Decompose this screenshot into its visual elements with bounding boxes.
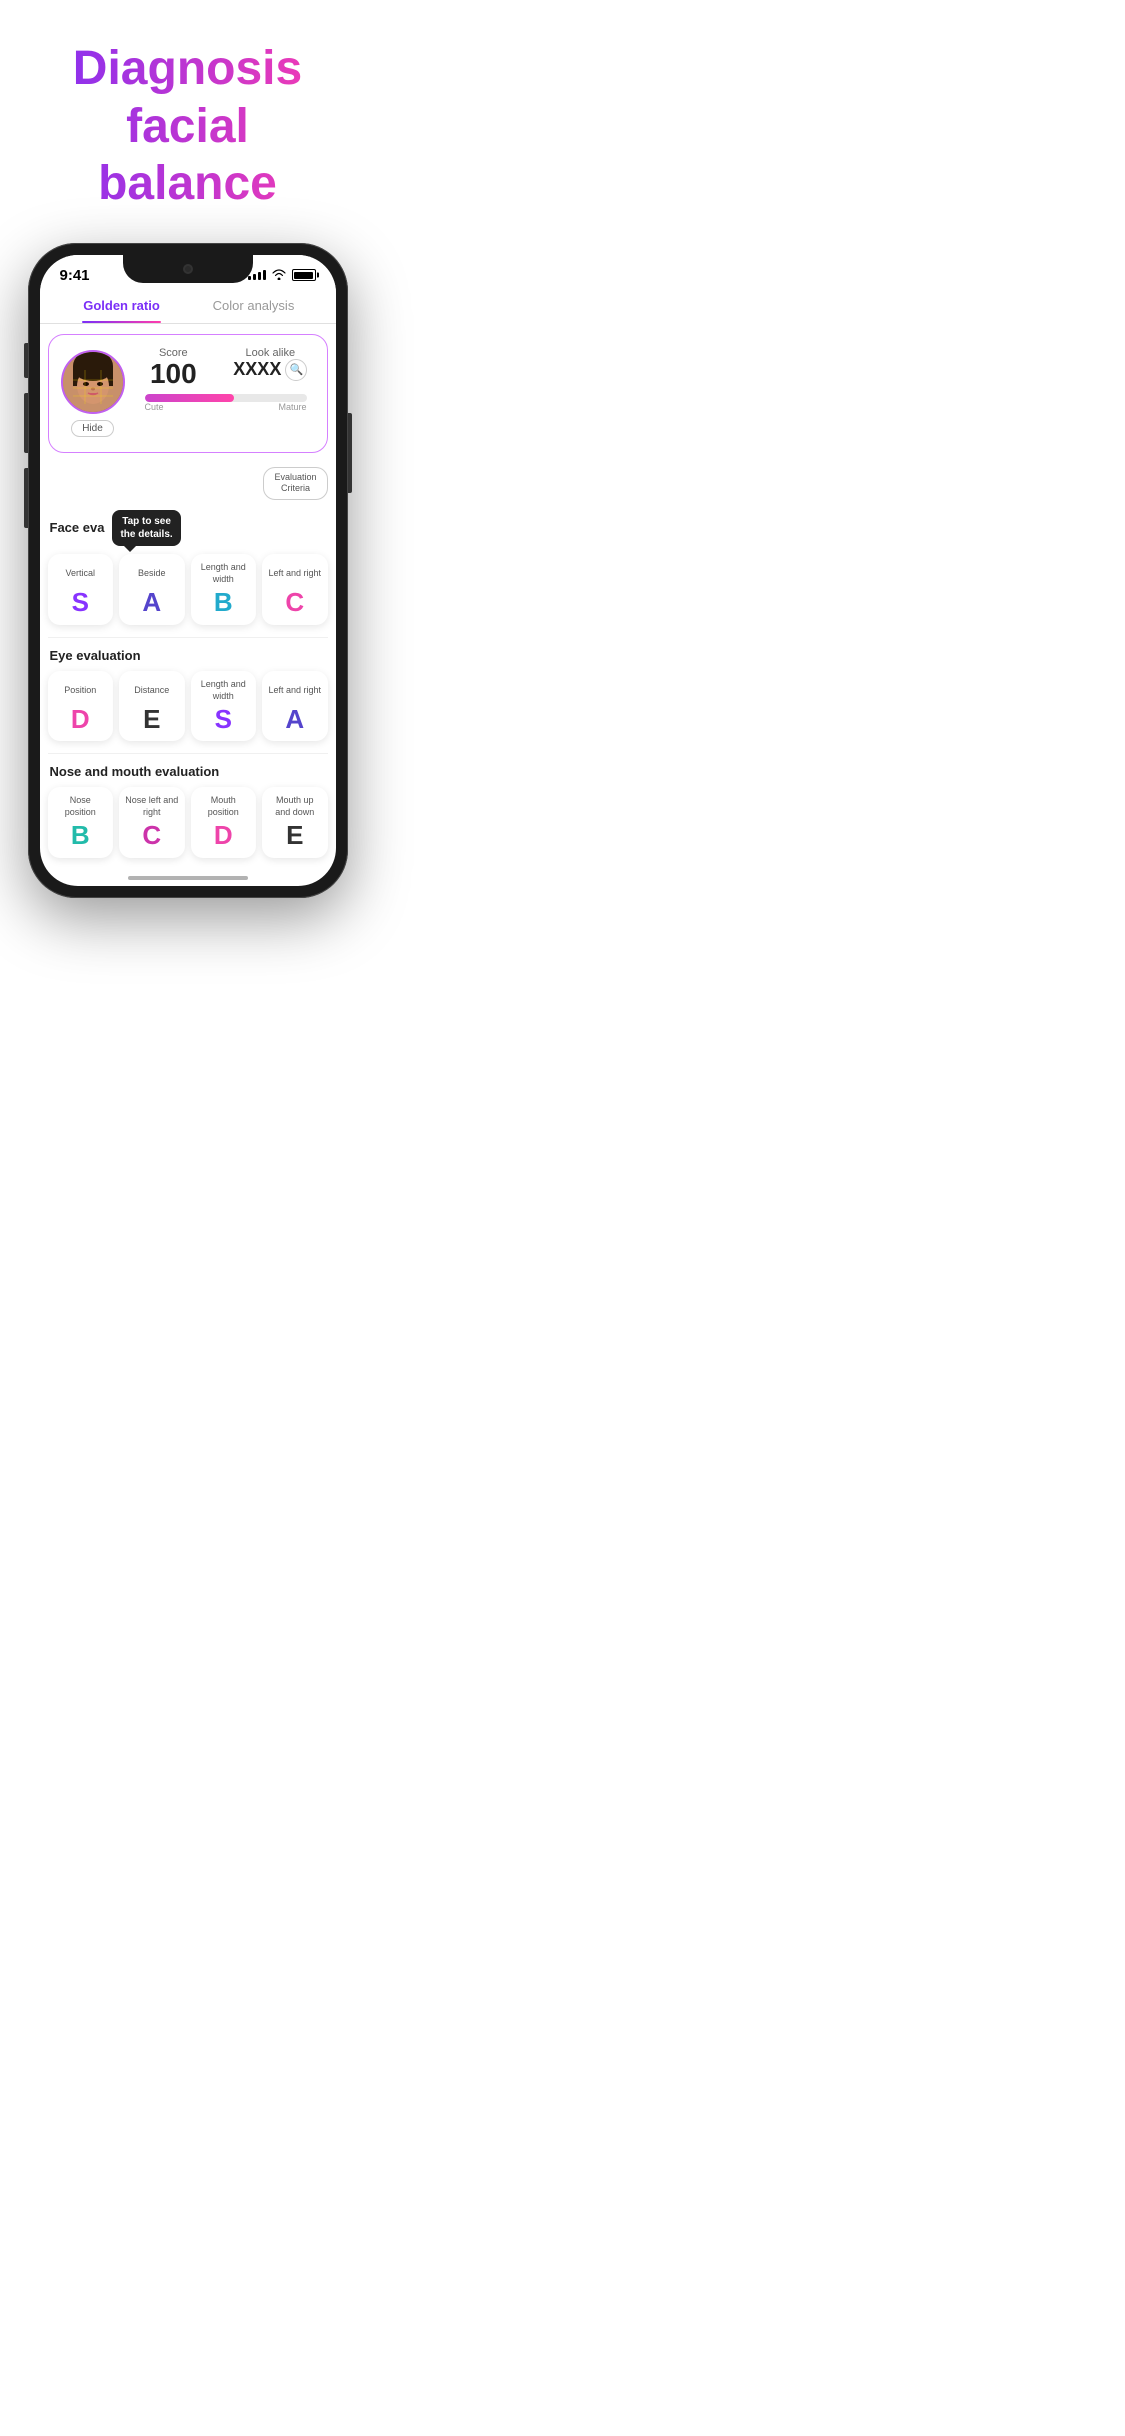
grade-letter-nose-left-right: C [125, 821, 179, 850]
bar-mature-label: Mature [278, 402, 306, 412]
grade-letter-left-right: C [268, 588, 322, 617]
divider-2 [48, 753, 328, 754]
battery-icon [292, 269, 316, 281]
tab-golden-ratio[interactable]: Golden ratio [56, 288, 188, 323]
hero-title-line1: Diagnosis facial [20, 40, 355, 155]
grade-name-beside: Beside [125, 562, 179, 586]
grade-letter-mouth-up-down: E [268, 821, 322, 850]
evaluation-criteria-button[interactable]: EvaluationCriteria [263, 467, 327, 500]
hero-section: Diagnosis facial balance [0, 0, 375, 233]
grade-card-eye-left-right[interactable]: Left and right A [262, 671, 328, 742]
grade-letter-eye-length-width: S [197, 705, 251, 734]
nose-mouth-eval-title: Nose and mouth evaluation [50, 764, 220, 779]
grade-card-position[interactable]: Position D [48, 671, 114, 742]
grade-card-mouth-position[interactable]: Mouth position D [191, 787, 257, 858]
grade-card-distance[interactable]: Distance E [119, 671, 185, 742]
score-label: Score [159, 347, 188, 359]
hide-button[interactable]: Hide [71, 420, 114, 437]
tooltip-bubble: Tap to seethe details. [112, 510, 180, 546]
phone-container: 9:41 [0, 233, 375, 908]
face-eval-header: Face eva Tap to seethe details. [40, 504, 336, 550]
avatar [61, 350, 125, 414]
face-eval-title: Face eva [50, 520, 105, 535]
volume-mute-button [24, 343, 28, 378]
front-camera [183, 264, 193, 274]
look-alike-section: Look alike XXXX 🔍 [226, 347, 314, 390]
volume-down-button [24, 468, 28, 528]
grade-letter-beside: A [125, 588, 179, 617]
grade-letter-nose-position: B [54, 821, 108, 850]
grade-name-nose-left-right: Nose left and right [125, 795, 179, 819]
grade-name-left-right: Left and right [268, 562, 322, 586]
grade-card-length-width[interactable]: Length and width B [191, 554, 257, 625]
grade-card-eye-length-width[interactable]: Length and width S [191, 671, 257, 742]
grade-card-nose-position[interactable]: Nose position B [48, 787, 114, 858]
avatar-section: Hide [61, 350, 125, 437]
grade-name-vertical: Vertical [54, 562, 108, 586]
grade-name-position: Position [54, 679, 108, 703]
search-icon[interactable]: 🔍 [285, 359, 307, 381]
phone-frame: 9:41 [28, 243, 348, 898]
divider-1 [48, 637, 328, 638]
bar-cute-label: Cute [145, 402, 164, 412]
nose-mouth-eval-header: Nose and mouth evaluation [40, 758, 336, 783]
grade-card-beside[interactable]: Beside A [119, 554, 185, 625]
phone-notch [123, 255, 253, 283]
volume-up-button [24, 393, 28, 453]
score-value: 100 [150, 359, 197, 390]
grade-name-mouth-up-down: Mouth up and down [268, 795, 322, 819]
phone-screen: 9:41 [40, 255, 336, 886]
grade-name-mouth-position: Mouth position [197, 795, 251, 819]
face-eval-grid: Vertical S Beside A Length and width B L… [40, 550, 336, 633]
status-icons [248, 268, 316, 283]
home-bar [128, 876, 248, 880]
wifi-icon [272, 268, 286, 283]
power-button [348, 413, 352, 493]
grade-card-nose-left-right[interactable]: Nose left and right C [119, 787, 185, 858]
grade-name-distance: Distance [125, 679, 179, 703]
grade-name-eye-length-width: Length and width [197, 679, 251, 703]
grade-letter-distance: E [125, 705, 179, 734]
grade-name-length-width: Length and width [197, 562, 251, 586]
page-wrapper: Diagnosis facial balance 9:41 [0, 0, 375, 948]
app-tabs: Golden ratio Color analysis [40, 288, 336, 324]
look-alike-value: XXXX 🔍 [233, 359, 307, 381]
grade-letter-length-width: B [197, 588, 251, 617]
nose-mouth-eval-grid: Nose position B Nose left and right C Mo… [40, 783, 336, 866]
grade-letter-vertical: S [54, 588, 108, 617]
score-section: Score 100 [137, 347, 211, 390]
grade-card-mouth-up-down[interactable]: Mouth up and down E [262, 787, 328, 858]
eye-eval-title: Eye evaluation [50, 648, 141, 663]
grade-card-left-right[interactable]: Left and right C [262, 554, 328, 625]
grade-letter-position: D [54, 705, 108, 734]
status-time: 9:41 [60, 267, 90, 284]
grade-name-eye-left-right: Left and right [268, 679, 322, 703]
eye-eval-header: Eye evaluation [40, 642, 336, 667]
bottom-indicator [40, 866, 336, 886]
cute-mature-bar [145, 394, 307, 402]
tab-color-analysis[interactable]: Color analysis [188, 288, 320, 323]
eval-criteria-section: EvaluationCriteria [40, 463, 336, 504]
grade-card-vertical[interactable]: Vertical S [48, 554, 114, 625]
grade-letter-eye-left-right: A [268, 705, 322, 734]
eye-eval-grid: Position D Distance E Length and width S… [40, 667, 336, 750]
grade-letter-mouth-position: D [197, 821, 251, 850]
grade-name-nose-position: Nose position [54, 795, 108, 819]
hero-title-line2: balance [20, 155, 355, 213]
score-card: Hide Score 100 Look alike XXXX [48, 334, 328, 453]
look-alike-label: Look alike [246, 347, 296, 359]
